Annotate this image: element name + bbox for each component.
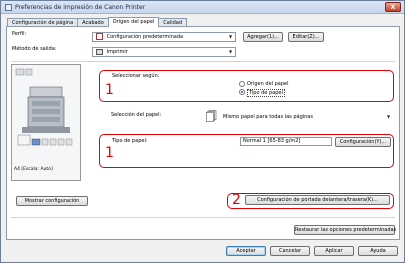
- help-button[interactable]: Ayuda: [358, 246, 398, 256]
- radio-paper-source-label: Origen del papel: [247, 81, 289, 87]
- accept-button[interactable]: Aceptar: [226, 246, 266, 256]
- divider: [11, 61, 395, 62]
- tab-paper-source[interactable]: Origen del papel: [107, 17, 160, 27]
- printer-preferences-window: Preferencias de impresión de Canon Print…: [0, 0, 405, 263]
- chevron-down-icon: ▼: [228, 34, 233, 39]
- radio-paper-source[interactable]: [239, 81, 245, 87]
- apply-button[interactable]: Aplicar: [314, 246, 354, 256]
- paper-selection-select[interactable]: Mismo papel para todas las páginas ▼: [219, 112, 394, 122]
- paper-type-label: Tipo de papel:: [112, 138, 148, 144]
- selection-label: Seleccionar según:: [112, 73, 160, 79]
- show-settings-button[interactable]: Mostrar configuración: [16, 196, 88, 206]
- printer-preview: A4 [Escala: Auto]: [11, 64, 81, 181]
- paper-type-config-button[interactable]: Configuración(Y)...: [335, 137, 391, 147]
- title-bar: Preferencias de impresión de Canon Print…: [1, 1, 404, 14]
- edit-profile-button[interactable]: Editar(Z)...: [288, 32, 324, 42]
- output-method-label: Método de salida:: [12, 46, 57, 52]
- profile-icon: [96, 33, 103, 40]
- callout-number: 2: [232, 192, 241, 208]
- window-title: Preferencias de impresión de Canon Print…: [15, 4, 146, 11]
- radio-paper-type-label: Tipo de papel: [247, 89, 285, 97]
- pages-icon: [206, 110, 217, 122]
- radio-paper-type[interactable]: [239, 89, 245, 95]
- paper-selection-value: Mismo papel para todas las páginas: [223, 114, 313, 120]
- output-method-value: Imprimir: [106, 49, 128, 55]
- chevron-down-icon: ▼: [386, 114, 391, 119]
- cover-settings-button[interactable]: Configuración de portada delantera/trase…: [245, 195, 390, 205]
- profile-value: Configuración predeterminada: [106, 34, 184, 40]
- chevron-down-icon: ▼: [228, 49, 233, 54]
- callout-number: 1: [105, 145, 114, 161]
- restore-defaults-button[interactable]: Restaurar las opciones predeterminadas: [294, 225, 396, 235]
- profile-label: Perfil:: [12, 31, 27, 37]
- cancel-button[interactable]: Cancelar: [270, 246, 310, 256]
- divider: [11, 217, 395, 218]
- close-button[interactable]: X: [385, 2, 401, 12]
- printer-icon: [5, 4, 12, 11]
- preview-caption: A4 [Escala: Auto]: [14, 167, 53, 172]
- paper-selection-label: Selección del papel:: [111, 112, 162, 118]
- add-profile-button[interactable]: Agregar(1)...: [243, 32, 283, 42]
- profile-select[interactable]: Configuración predeterminada ▼: [92, 32, 236, 42]
- printer-illustration: [15, 68, 73, 146]
- callout-number: 1: [105, 82, 114, 98]
- paper-type-field[interactable]: Normal 1 [65-83 g/m2]: [240, 137, 332, 146]
- tab-panel: Perfil: Configuración predeterminada ▼ A…: [6, 26, 400, 240]
- printer-small-icon: [96, 48, 103, 55]
- output-method-select[interactable]: Imprimir ▼: [92, 47, 236, 57]
